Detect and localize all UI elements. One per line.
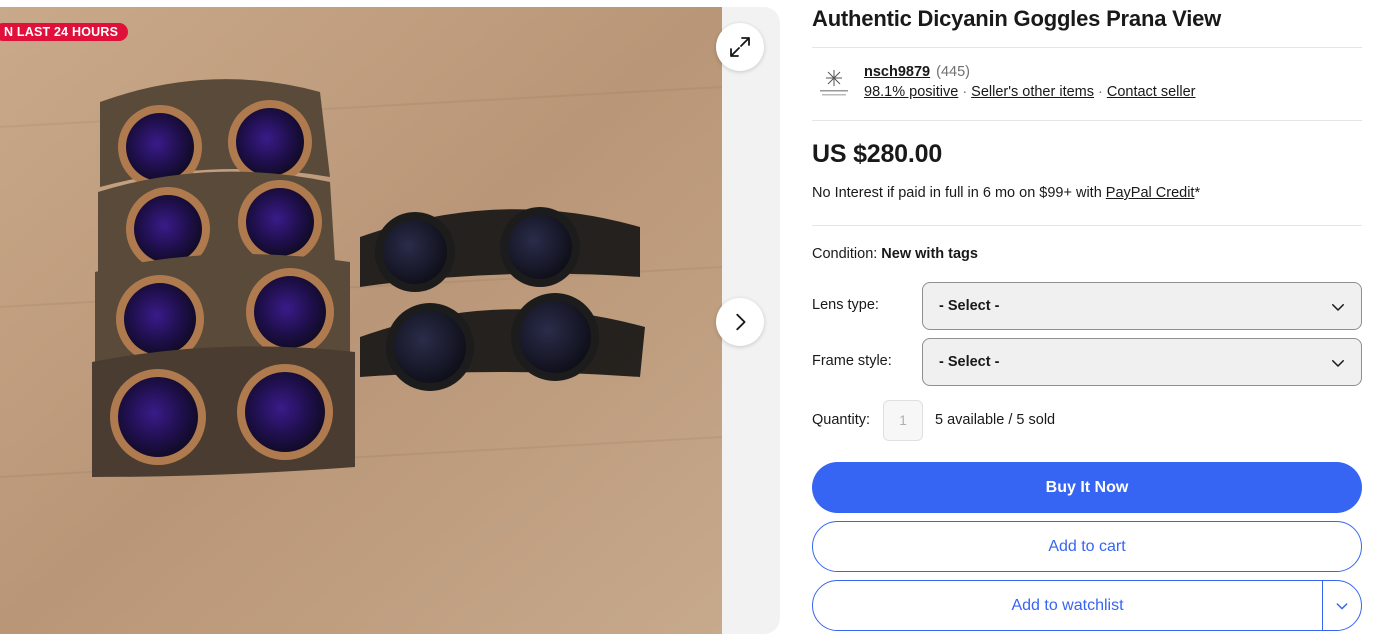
lens-type-select[interactable]: - Select - <box>922 282 1362 330</box>
listing-title: Authentic Dicyanin Goggles Prana View <box>812 6 1222 31</box>
lens-type-value: - Select - <box>939 298 1000 314</box>
seller-name-link[interactable]: nsch9879 <box>864 64 930 80</box>
separator: · <box>962 84 968 100</box>
quantity-availability: 5 available / 5 sold <box>935 412 1056 428</box>
condition-label: Condition: <box>812 246 878 262</box>
seller-other-items-link[interactable]: Seller's other items <box>971 84 1094 100</box>
seller-feedback-count: (445) <box>936 64 970 80</box>
divider <box>812 47 1362 48</box>
separator: · <box>1098 84 1103 100</box>
frame-style-label: Frame style: <box>812 353 892 369</box>
chevron-right-icon <box>736 313 746 331</box>
chevron-down-icon <box>1332 304 1344 311</box>
frame-style-select[interactable]: - Select - <box>922 338 1362 386</box>
chevron-down-icon <box>1332 360 1344 367</box>
condition-row: Condition: New with tags <box>812 246 978 262</box>
watchlist-button-group: Add to watchlist <box>812 580 1362 631</box>
credit-suffix: * <box>1194 185 1201 201</box>
quantity-label: Quantity: <box>812 412 871 428</box>
seller-info: nsch9879 (445) <box>864 64 970 80</box>
seller-logo[interactable] <box>816 66 852 102</box>
recent-sales-badge: N LAST 24 HOURS <box>0 23 129 41</box>
seller-positive-link[interactable]: 98.1% positive <box>864 84 958 100</box>
divider <box>812 225 1362 226</box>
seller-links: 98.1% positive · Seller's other items · Cont… <box>864 84 1196 100</box>
buy-it-now-button[interactable]: Buy It Now <box>812 462 1362 513</box>
divider <box>812 120 1362 121</box>
price: US $280.00 <box>812 140 943 168</box>
chevron-down-icon[interactable] <box>1334 598 1350 614</box>
paypal-credit-link[interactable]: PayPal Credit <box>1106 185 1195 201</box>
expand-image-button[interactable] <box>716 23 764 71</box>
next-image-button[interactable] <box>716 298 764 346</box>
contact-seller-link[interactable]: Contact seller <box>1107 84 1196 100</box>
lens-type-label: Lens type: <box>812 297 879 313</box>
divider <box>1322 581 1323 630</box>
expand-arrows-icon <box>730 37 750 57</box>
add-to-cart-button[interactable]: Add to cart <box>812 521 1362 572</box>
condition-value: New with tags <box>881 246 978 262</box>
add-to-watchlist-button[interactable]: Add to watchlist <box>813 581 1322 630</box>
quantity-input[interactable]: 1 <box>883 400 923 441</box>
frame-style-value: - Select - <box>939 354 1000 370</box>
paypal-credit-offer: No Interest if paid in full in 6 mo on $… <box>812 185 1200 201</box>
image-gallery: N LAST 24 HOURS <box>0 7 780 634</box>
credit-text: No Interest if paid in full in 6 mo on $… <box>812 185 1106 201</box>
product-photo[interactable] <box>0 7 722 634</box>
